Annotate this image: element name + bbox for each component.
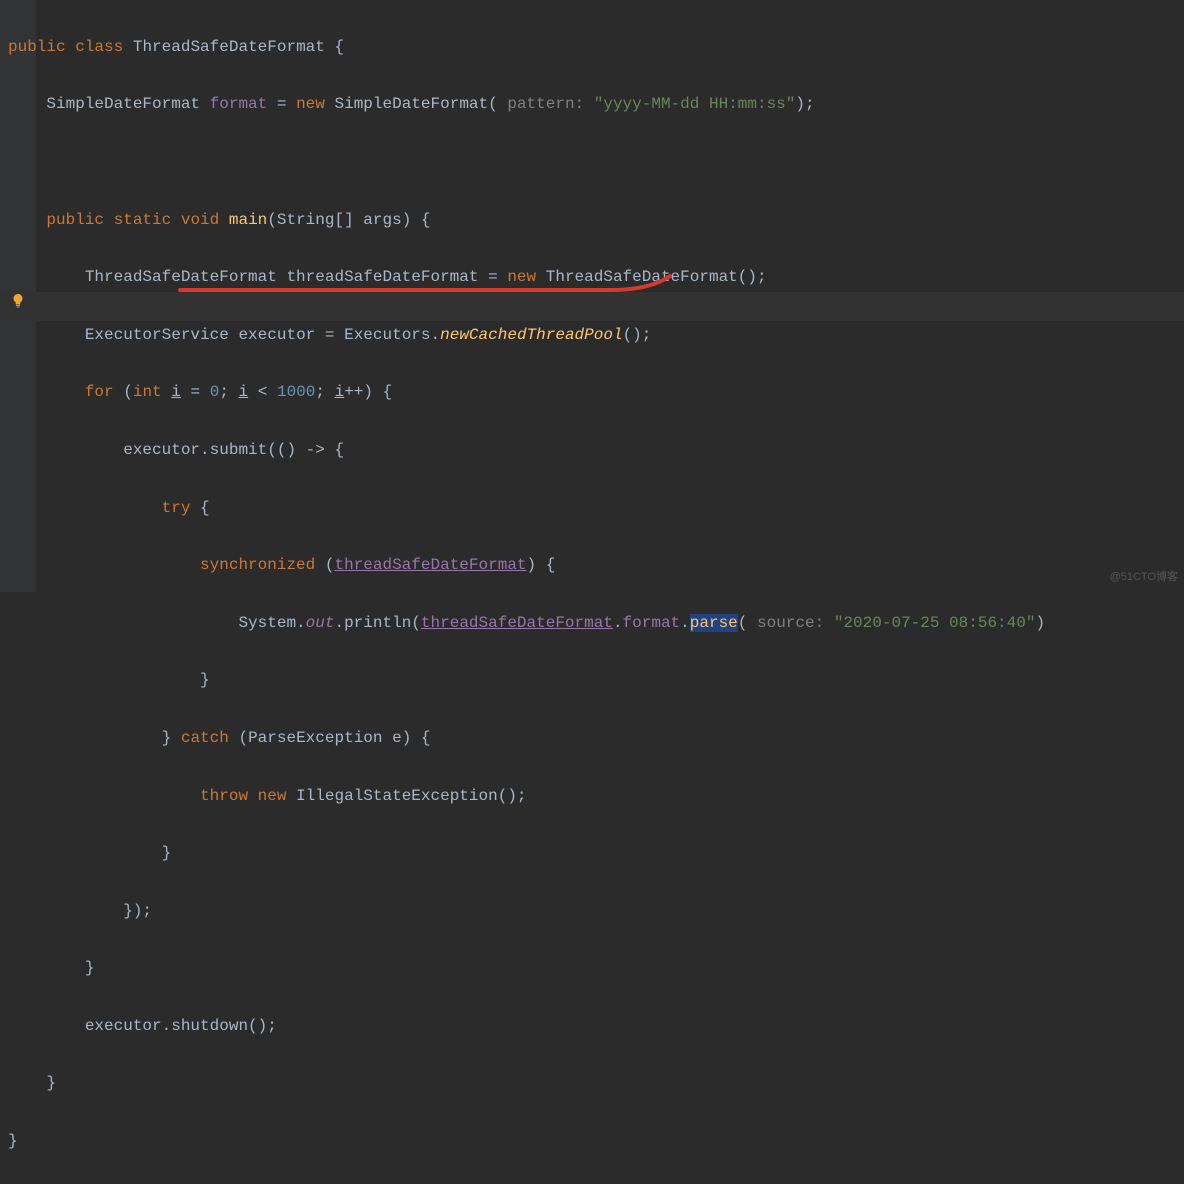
static-method: newCachedThreadPool <box>440 326 622 344</box>
code-line[interactable]: } <box>8 666 1184 695</box>
string-literal: "yyyy-MM-dd HH:mm:ss" <box>594 95 796 113</box>
code-line[interactable]: } catch (ParseException e) { <box>8 724 1184 753</box>
string-literal: "2020-07-25 08:56:40" <box>834 614 1036 632</box>
param-hint: source: <box>757 614 824 632</box>
code-line[interactable]: public static void main(String[] args) { <box>8 206 1184 235</box>
captured-var-ref: threadSafeDateFormat <box>334 556 526 574</box>
field-name: format <box>210 95 268 113</box>
ctor: SimpleDateFormat <box>335 95 489 113</box>
keyword-class: class <box>75 38 123 56</box>
code-line[interactable]: for (int i = 0; i < 1000; i++) { <box>8 378 1184 407</box>
class-name: ThreadSafeDateFormat <box>133 38 325 56</box>
code-editor[interactable]: public class ThreadSafeDateFormat { Simp… <box>0 0 1184 1184</box>
method-name: main <box>229 211 267 229</box>
code-line[interactable]: }); <box>8 897 1184 926</box>
code-line[interactable]: throw new IllegalStateException(); <box>8 782 1184 811</box>
code-line[interactable]: ExecutorService executor = Executors.new… <box>8 321 1184 350</box>
code-line[interactable]: } <box>8 839 1184 868</box>
code-line[interactable]: executor.shutdown(); <box>8 1012 1184 1041</box>
code-line[interactable]: } <box>8 1127 1184 1156</box>
code-line[interactable]: try { <box>8 494 1184 523</box>
keyword-synchronized: synchronized <box>200 556 315 574</box>
blank-line[interactable] <box>8 148 1184 177</box>
code-line[interactable]: } <box>8 954 1184 983</box>
type-name: SimpleDateFormat <box>46 95 200 113</box>
code-line[interactable]: executor.submit(() -> { <box>8 436 1184 465</box>
code-line[interactable]: public class ThreadSafeDateFormat { <box>8 33 1184 62</box>
code-line[interactable]: synchronized (threadSafeDateFormat) { <box>8 551 1184 580</box>
keyword-public: public <box>8 38 66 56</box>
brace: { <box>334 38 344 56</box>
selected-text: parse <box>690 614 738 632</box>
keyword-new: new <box>296 95 325 113</box>
code-line[interactable]: } <box>8 1069 1184 1098</box>
intention-bulb-icon[interactable] <box>10 293 26 309</box>
static-field: out <box>306 614 335 632</box>
code-line[interactable]: ThreadSafeDateFormat threadSafeDateForma… <box>8 263 1184 292</box>
code-line[interactable]: SimpleDateFormat format = new SimpleDate… <box>8 90 1184 119</box>
param-hint: pattern: <box>507 95 584 113</box>
code-line[interactable]: System.out.println(threadSafeDateFormat.… <box>8 609 1184 638</box>
